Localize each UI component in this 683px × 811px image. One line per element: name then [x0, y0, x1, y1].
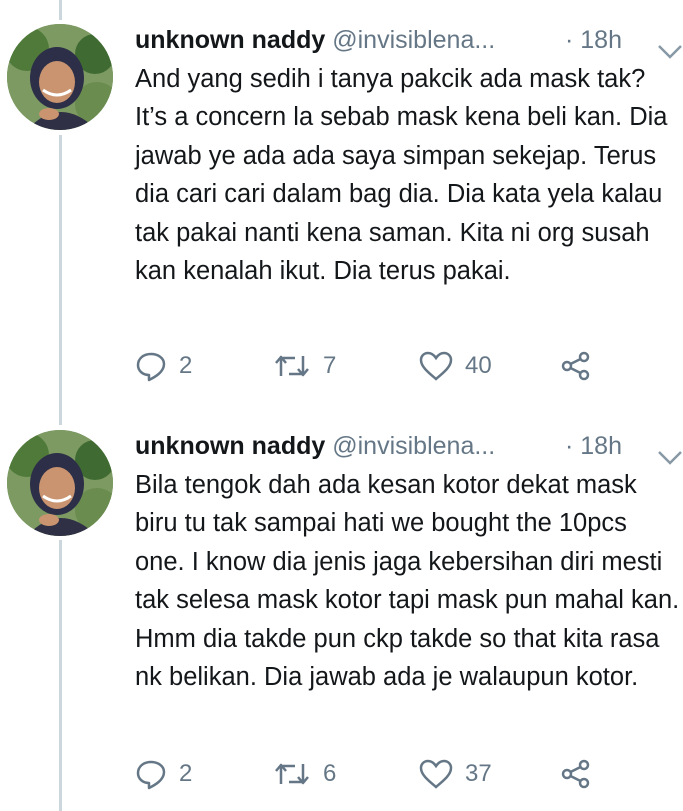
- like-icon: [419, 351, 453, 381]
- share-button[interactable]: [560, 754, 592, 794]
- tweet-time[interactable]: · 18h: [565, 20, 622, 60]
- reply-count: 2: [179, 352, 193, 379]
- tweet-actions: 2 7 40: [135, 346, 675, 386]
- retweet-count: 6: [323, 760, 337, 787]
- like-button[interactable]: 40: [419, 346, 492, 386]
- share-icon: [560, 350, 592, 382]
- retweet-button[interactable]: 6: [273, 754, 336, 794]
- tweet[interactable]: unknown naddy @invisiblena... · 18h Bila…: [0, 424, 683, 811]
- tweet-time[interactable]: · 18h: [565, 426, 622, 466]
- tweet-header: unknown naddy @invisiblena... · 18h: [135, 20, 683, 60]
- like-count: 37: [465, 760, 492, 787]
- tweet[interactable]: unknown naddy @invisiblena... · 18h And …: [0, 18, 683, 398]
- avatar[interactable]: [7, 24, 113, 130]
- share-button[interactable]: [560, 346, 592, 386]
- tweet-actions: 2 6 37: [135, 754, 675, 794]
- tweet-text: Bila tengok dah ada kesan kotor dekat ma…: [135, 471, 680, 692]
- like-icon: [419, 759, 453, 789]
- author-name[interactable]: unknown naddy: [135, 26, 325, 54]
- retweet-icon: [273, 352, 311, 380]
- reply-button[interactable]: 2: [135, 754, 192, 794]
- tweet-header: unknown naddy @invisiblena... · 18h: [135, 426, 683, 466]
- author-handle[interactable]: @invisiblena...: [332, 432, 495, 460]
- tweet-text: And yang sedih i tanya pakcik ada mask t…: [135, 65, 668, 286]
- retweet-icon: [273, 760, 311, 788]
- thread-line-top: [59, 0, 62, 20]
- reply-count: 2: [179, 760, 193, 787]
- reply-icon: [135, 758, 167, 790]
- like-button[interactable]: 37: [419, 754, 492, 794]
- share-icon: [560, 758, 592, 790]
- like-count: 40: [465, 352, 492, 379]
- reply-icon: [135, 350, 167, 382]
- retweet-count: 7: [323, 352, 337, 379]
- avatar[interactable]: [7, 430, 113, 536]
- author-handle[interactable]: @invisiblena...: [332, 26, 495, 54]
- retweet-button[interactable]: 7: [273, 346, 336, 386]
- reply-button[interactable]: 2: [135, 346, 192, 386]
- author-name[interactable]: unknown naddy: [135, 432, 325, 460]
